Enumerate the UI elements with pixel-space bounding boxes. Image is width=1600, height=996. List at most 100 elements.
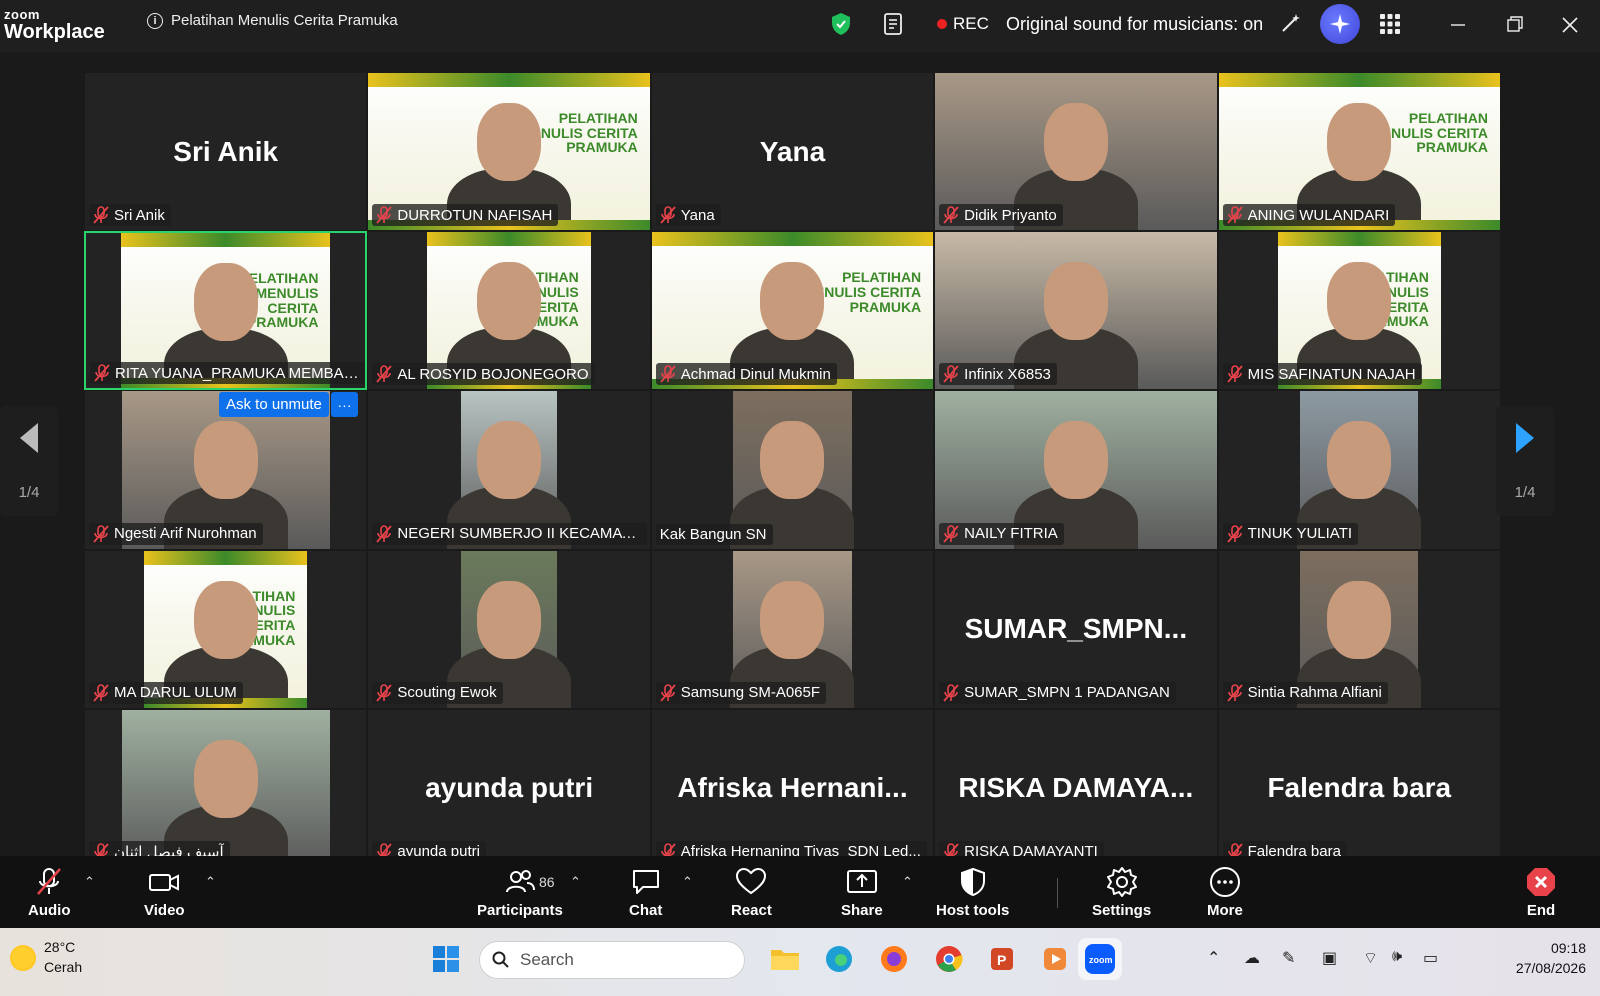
chat-options-caret-icon[interactable]: ⌃ [682,874,693,890]
participant-more-button[interactable]: ··· [331,392,358,417]
participant-tile[interactable]: PELATIHAN MENULIS CERITA PRAMUKA ANING WU… [1217,72,1501,232]
participant-tile[interactable]: TINUK YULIATI [1217,390,1501,550]
participant-face [477,580,542,659]
participant-tile[interactable]: PELATIHAN MENULIS CERITA PRAMUKA AL ROSYI… [367,231,651,391]
magic-wand-icon[interactable] [1280,12,1302,34]
participant-name: Scouting Ewok [397,684,497,702]
participant-tile[interactable]: Yana Yana [650,72,935,232]
show-hidden-icons-caret[interactable]: ⌃ [1207,948,1220,968]
participant-face [1327,262,1392,341]
participant-tile[interactable]: PELATIHAN MENULIS CERITA PRAMUKA Achmad D… [650,231,935,391]
participant-tile[interactable]: Sintia Rahma Alfiani [1217,549,1501,709]
participants-options-caret-icon[interactable]: ⌃ [570,874,581,890]
participant-tile[interactable]: PELATIHAN MENULIS CERITA PRAMUKA MIS SAFI… [1217,231,1501,391]
participant-tile[interactable]: Sri Anik Sri Anik [84,72,368,232]
participant-face [193,263,258,342]
participant-tile[interactable]: آسیف فیصل اثنان [84,708,368,868]
participant-face [477,421,542,500]
info-icon[interactable]: i [147,12,163,29]
clock-time: 09:18 [1550,940,1586,956]
media-player-icon[interactable] [1036,940,1074,978]
mic-muted-icon [376,206,393,224]
encryption-shield-icon[interactable] [830,12,852,36]
participant-tile[interactable]: Infinix X6853 [934,231,1218,391]
sparkle-icon [1330,14,1350,34]
meeting-info[interactable]: i Pelatihan Menulis Cerita Pramuka [147,12,398,29]
cloud-sync-icon[interactable]: ☁ [1244,948,1260,968]
firefox-icon[interactable] [875,940,913,978]
mic-muted-icon [943,524,959,543]
taskbar-search[interactable]: Search [479,941,745,979]
meeting-summary-icon[interactable] [883,12,905,38]
participants-count: 86 [539,874,555,890]
video-options-caret-icon[interactable]: ⌃ [205,874,216,890]
ask-to-unmute-button[interactable]: Ask to unmute [219,392,329,417]
participant-name: TINUK YULIATI [1247,525,1353,543]
participant-tile[interactable]: PELATIHAN MENULIS CERITA PRAMUKA MA DARUL… [84,549,368,709]
participant-tile[interactable]: PELATIHAN MENULIS CERITA PRAMUKA DURROTUN… [367,72,651,232]
audio-options-caret-icon[interactable]: ⌃ [84,874,95,890]
previous-page-button[interactable]: 1/4 [0,406,58,516]
windows-start-icon[interactable] [427,940,465,978]
close-icon[interactable] [1560,10,1580,40]
participant-tile[interactable]: Falendra bara Falendra bara [1217,708,1501,868]
video-button[interactable]: Video [144,866,185,919]
mic-muted-icon [93,524,109,543]
battery-icon[interactable]: ▭ [1423,948,1438,968]
next-page-button[interactable]: 1/4 [1496,406,1554,516]
original-sound-status[interactable]: Original sound for musicians: on [1006,14,1263,35]
participant-tile[interactable]: NEGERI SUMBERJO II KECAMATA... [367,390,651,550]
host-tools-button[interactable]: Host tools [936,866,1009,919]
participant-nameplate: Scouting Ewok [372,681,503,704]
participant-nameplate: Infinix X6853 [939,363,1057,386]
audio-button[interactable]: Audio [28,866,71,919]
edge-browser-icon[interactable] [820,940,858,978]
participant-tile[interactable]: NAILY FITRIA [934,390,1218,550]
participant-tile[interactable]: SUMAR_SMPN... SUMAR_SMPN 1 PADANGAN [934,549,1218,709]
participant-nameplate: AL ROSYID BOJONEGORO [372,363,595,386]
minimize-icon[interactable] [1448,10,1468,40]
chat-label: Chat [629,902,663,919]
restore-icon[interactable] [1505,10,1525,40]
participant-tile[interactable]: Didik Priyanto [934,72,1218,232]
participant-name: AL ROSYID BOJONEGORO [397,365,589,383]
mic-muted-icon [376,524,393,543]
participant-tile[interactable]: ayunda putri ayunda putri [367,708,651,868]
host-shield-icon [960,867,985,897]
wifi-icon[interactable]: ⌔ [1363,948,1378,968]
apps-grid-icon[interactable] [1380,14,1400,34]
participant-tile[interactable]: PELATIHAN MENULIS CERITA PRAMUKA RITA YUA… [84,231,368,391]
volume-icon[interactable]: 🕪 [1392,948,1402,966]
file-explorer-icon[interactable] [766,940,804,978]
participant-face [1043,103,1108,181]
page-indicator-left: 1/4 [18,484,40,502]
logo-small-text: zoom [4,7,40,22]
participant-tile[interactable]: Scouting Ewok [367,549,651,709]
toolbar-divider [1057,878,1058,908]
more-button[interactable]: More [1207,866,1243,919]
react-button[interactable]: React [731,866,772,919]
settings-button[interactable]: Settings [1092,866,1151,919]
zoom-app-icon[interactable]: zoom [1078,938,1122,980]
participant-face [193,580,258,659]
participant-tile[interactable]: Afriska Hernani... Afriska Hernaning Tiya… [650,708,935,868]
recording-indicator[interactable]: REC [937,14,989,34]
share-options-caret-icon[interactable]: ⌃ [902,874,913,890]
powerpoint-icon[interactable]: P [983,940,1021,978]
end-meeting-button[interactable]: End [1525,866,1557,919]
participant-tile[interactable]: Samsung SM-A065F [650,549,935,709]
share-button[interactable]: Share [841,866,883,919]
tablet-icon[interactable]: ▣ [1322,948,1337,968]
page-indicator-right: 1/4 [1514,484,1536,502]
participant-tile[interactable]: Kak Bangun SN [650,390,935,550]
ai-companion-button[interactable] [1320,4,1360,44]
mic-muted-icon [1226,365,1243,383]
chrome-icon[interactable] [930,940,968,978]
participant-tile[interactable]: RISKA DAMAYA... RISKA DAMAYANTI [934,708,1218,868]
weather-widget[interactable]: 28°C Cerah [10,938,82,977]
chat-button[interactable]: Chat [629,866,662,919]
system-clock[interactable]: 09:18 27/08/2026 [1516,938,1586,979]
participant-name: RITA YUANA_PRAMUKA MEMBAN... [115,364,359,382]
mic-muted-icon [376,365,393,383]
pen-icon[interactable]: ✎ [1282,948,1295,968]
